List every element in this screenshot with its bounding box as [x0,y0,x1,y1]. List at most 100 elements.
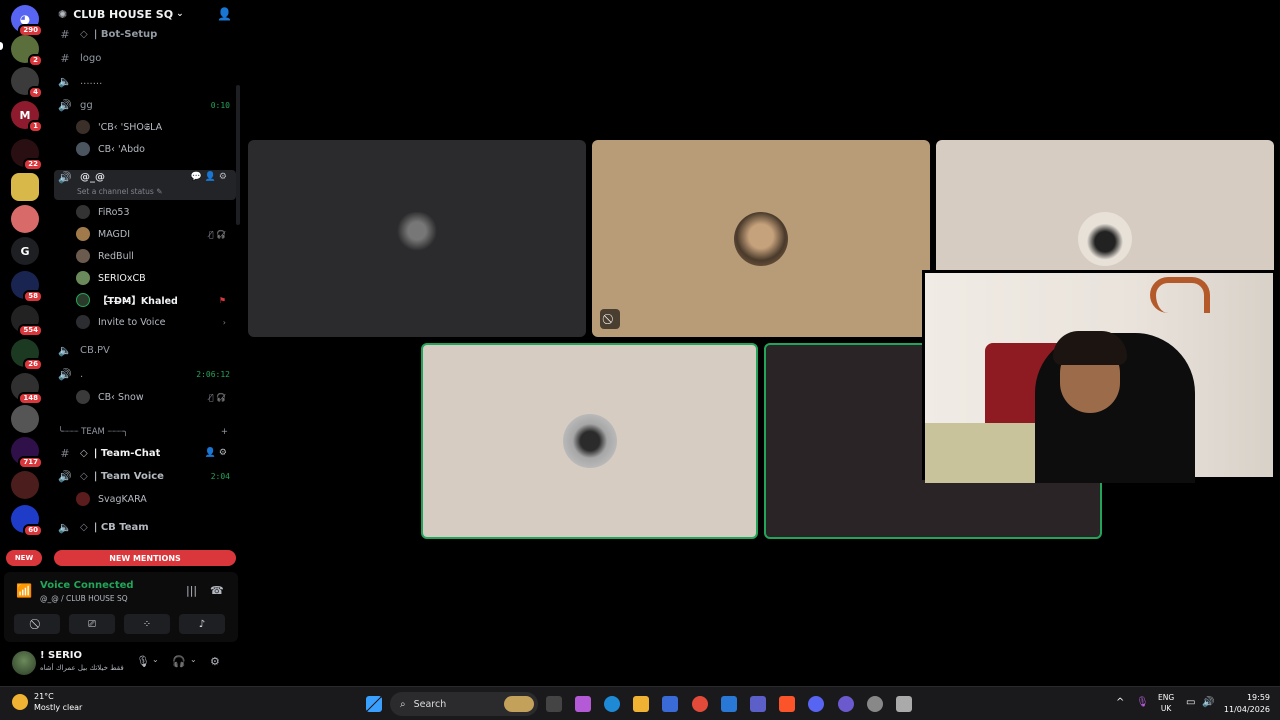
signal-icon[interactable]: 📶 [16,584,32,599]
add-member-icon[interactable]: 👤 [217,7,232,21]
speaker-icon: 🔊 [58,469,72,483]
teams-icon[interactable] [750,696,766,712]
server-icon[interactable]: 60 [11,505,43,537]
voice-channel-active[interactable]: 🔊 @_@ 💬👤⚙ [54,167,236,187]
set-channel-status[interactable]: Set a channel status ✎ [77,187,162,196]
file-explorer-icon[interactable] [633,696,649,712]
scrollbar[interactable] [236,85,240,225]
voice-user[interactable]: CB‹ 'Abdo [76,139,236,159]
server-icon[interactable]: 58 [11,271,43,303]
language-indicator[interactable]: ENG UK [1158,692,1174,714]
soundboard-button[interactable]: ♪ [179,614,225,634]
invite-to-voice[interactable]: Invite to Voice › [76,312,236,332]
outlook-icon[interactable] [721,696,737,712]
volume-icon[interactable]: 🔊 [1202,697,1214,708]
server-icon[interactable]: G [11,237,39,265]
display-icon[interactable]: ▭ [1186,697,1195,708]
disconnect-icon[interactable]: ☎ [210,584,224,597]
avatar[interactable] [12,651,36,675]
category-name: ╰┈┈┈ TEAM ┈┈┈╮ [58,427,129,437]
microphone-icon[interactable]: 🎙 [136,655,150,668]
search-box[interactable]: ⌕ Search [390,692,538,716]
channel-bot-setup[interactable]: # ◇ | Bot-Setup [54,24,236,44]
weather-widget[interactable]: 21°C Mostly clear [12,691,82,713]
channel-logo[interactable]: # logo [54,48,236,68]
voice-user[interactable]: MAGDI 🎙̸ 🎧̸ [76,224,236,244]
task-view-icon[interactable] [546,696,562,712]
server-icon[interactable]: 22 [11,139,43,171]
server-icon[interactable]: 554 [11,305,43,337]
chevron-down-icon[interactable]: ⌄ [190,655,197,664]
camera-button[interactable]: ⃠ [14,614,60,634]
server-icon[interactable]: 717 [11,437,43,469]
voice-channel-dot[interactable]: 🔊 . 2:06:12 [54,364,236,384]
voice-channel-gg[interactable]: 🔊 gg 0:10 [54,95,236,115]
server-icon[interactable]: 4 [11,67,43,99]
server-icon[interactable]: 26 [11,339,43,371]
clock[interactable]: 19:59 11/04/2026 [1222,692,1270,716]
voice-channel-team-voice[interactable]: 🔊 ◇ | Team Voice 2:04 [54,466,236,486]
server-icon-active[interactable] [11,173,39,201]
avatar [76,492,90,506]
badge: 717 [18,456,43,469]
app-icon[interactable] [867,696,883,712]
server-icon[interactable] [11,405,39,433]
headphones-icon[interactable]: 🎧 [172,655,186,668]
edge-icon[interactable] [604,696,620,712]
participant-tile[interactable]: ⃠ [592,140,930,337]
hash-icon: # [60,51,70,65]
new-pill[interactable]: NEW [6,550,42,566]
gear-icon[interactable]: ⚙ [210,655,220,668]
voice-user[interactable]: 'CB‹ 'SHO𝕾LA [76,117,236,137]
chat-icon[interactable]: 💬 [190,172,204,182]
add-user-icon[interactable]: 👤 [205,172,219,182]
new-mentions-button[interactable]: NEW MENTIONS [54,550,236,566]
speaker-icon: 🔊 [58,98,72,112]
voice-location[interactable]: @_@ / CLUB HOUSE SQ [40,594,128,603]
user-status: فقط خيلاتك بيل عمراك أشاه [40,664,124,672]
server-icon[interactable]: 2 [11,35,43,67]
add-channel-icon[interactable]: + [221,427,228,437]
avatar [76,205,90,219]
voice-user[interactable]: 【T̶D̶M̶】Khaled ⚑ [76,290,236,310]
server-icon[interactable]: 148 [11,373,43,405]
brave-icon[interactable] [779,696,795,712]
participant-tile-speaking[interactable] [421,343,758,539]
settings-icon[interactable] [896,696,912,712]
participant-tile[interactable] [248,140,586,337]
badge: 22 [23,158,43,171]
chevron-down-icon[interactable]: ⌄ [152,655,159,664]
avatar [562,414,617,468]
voice-user[interactable]: CB‹ Snow 🎙̸ 🎧̸ [76,387,236,407]
voice-user[interactable]: RedBull [76,246,236,266]
user-name: RedBull [98,250,134,262]
noise-suppression-icon[interactable]: ||| [186,584,197,597]
add-user-icon[interactable]: 👤 [205,448,219,458]
server-icon[interactable]: M1 [11,101,43,133]
voice-channel-dots[interactable]: 🔈 ....... [54,71,236,91]
unread-pip [0,42,3,50]
server-icon[interactable] [11,471,39,499]
channel-team-chat[interactable]: # ◇ | Team-Chat 👤⚙ [54,443,236,463]
category-team[interactable]: ╰┈┈┈ TEAM ┈┈┈╮ + [58,427,234,437]
voice-user[interactable]: SERIOxCB [76,268,236,288]
start-icon[interactable] [366,696,382,712]
voice-user[interactable]: FiRo53 [76,202,236,222]
gear-icon[interactable]: ⚙ [219,172,230,182]
home-button[interactable]: ◕ 290 [11,5,43,37]
screen-share-button[interactable]: ⎚ [69,614,115,634]
voice-channel-cb-team[interactable]: 🔈 ◇ | CB Team [54,517,236,537]
store-icon[interactable] [662,696,678,712]
copilot-icon[interactable] [575,696,591,712]
app-icon[interactable] [838,696,854,712]
diamond-icon: ◇ [80,28,88,40]
microphone-tray-icon[interactable]: 🎙 [1136,697,1149,708]
server-icon[interactable] [11,205,39,233]
discord-icon[interactable] [808,696,824,712]
chevron-up-icon[interactable]: ^ [1116,697,1124,708]
voice-channel-cbpv[interactable]: 🔈 CB.PV [54,340,236,360]
voice-user[interactable]: SvagKARA [76,489,236,509]
chrome-icon[interactable] [692,696,708,712]
gear-icon[interactable]: ⚙ [219,448,230,458]
activities-button[interactable]: ⁘ [124,614,170,634]
